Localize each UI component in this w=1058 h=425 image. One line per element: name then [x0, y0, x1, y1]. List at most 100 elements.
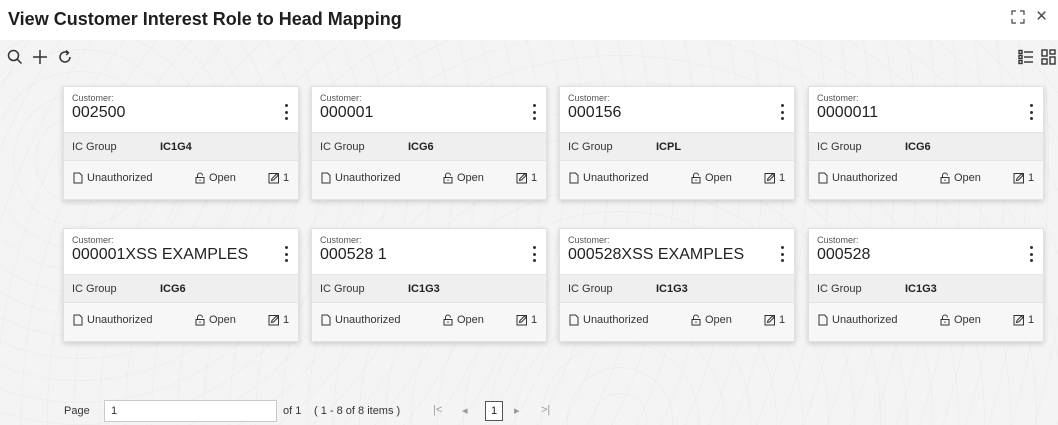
- customer-card[interactable]: Customer: 000528 IC Group IC1G3 Unauthor…: [808, 228, 1044, 342]
- customer-card[interactable]: Customer: 000156 IC Group ICPL Unauthori…: [559, 86, 795, 200]
- card-header: Customer: 000156: [560, 87, 794, 132]
- lock-status: Open: [194, 314, 236, 326]
- close-icon[interactable]: ×: [1036, 6, 1047, 28]
- current-page-button[interactable]: 1: [485, 401, 503, 421]
- customer-label: Customer:: [72, 235, 114, 245]
- edit-count-text: 1: [779, 172, 786, 184]
- edit-count-text: 1: [779, 314, 786, 326]
- kebab-menu-icon[interactable]: [528, 101, 540, 123]
- unlock-icon: [940, 314, 950, 326]
- card-footer: Unauthorized Open 1: [312, 161, 546, 199]
- card-header: Customer: 0000011: [809, 87, 1043, 132]
- lock-text: Open: [954, 314, 981, 326]
- ic-group-value: ICG6: [905, 141, 931, 153]
- refresh-icon[interactable]: [56, 48, 76, 70]
- kebab-menu-icon[interactable]: [528, 243, 540, 265]
- lock-status: Open: [939, 314, 981, 326]
- status-badge: Unauthorized: [72, 314, 152, 326]
- next-page-button[interactable]: ▸: [514, 404, 520, 417]
- pagination-bar: Page of 1 ( 1 - 8 of 8 items ) |< ◂ 1 ▸ …: [0, 400, 1058, 424]
- kebab-menu-icon[interactable]: [776, 101, 788, 123]
- card-header: Customer: 000528XSS EXAMPLES: [560, 229, 794, 274]
- customer-card[interactable]: Customer: 000001XSS EXAMPLES IC Group IC…: [63, 228, 299, 342]
- page-total-label: of 1: [283, 405, 302, 417]
- card-group-row: IC Group ICPL: [560, 132, 794, 161]
- page-label: Page: [64, 405, 90, 417]
- document-icon: [569, 172, 579, 184]
- edit-icon: [1013, 315, 1024, 326]
- customer-card[interactable]: Customer: 000528XSS EXAMPLES IC Group IC…: [559, 228, 795, 342]
- first-page-button[interactable]: |<: [433, 404, 442, 416]
- customer-id: 000528 1: [320, 246, 387, 263]
- document-icon: [321, 314, 331, 326]
- card-footer: Unauthorized Open 1: [809, 161, 1043, 199]
- card-footer: Unauthorized Open 1: [64, 303, 298, 341]
- ic-group-value: ICG6: [408, 141, 434, 153]
- items-summary: ( 1 - 8 of 8 items ): [314, 405, 401, 417]
- customer-card[interactable]: Customer: 000528 1 IC Group IC1G3 Unauth…: [311, 228, 547, 342]
- prev-page-button[interactable]: ◂: [462, 404, 468, 417]
- edit-count-text: 1: [531, 314, 538, 326]
- edit-count: 1: [516, 314, 537, 326]
- customer-label: Customer:: [320, 235, 362, 245]
- status-text: Unauthorized: [335, 172, 401, 184]
- document-icon: [818, 314, 828, 326]
- status-text: Unauthorized: [87, 314, 153, 326]
- ic-group-label: IC Group: [320, 141, 365, 153]
- list-view-icon[interactable]: [1017, 48, 1037, 70]
- lock-status: Open: [690, 314, 732, 326]
- customer-label: Customer:: [72, 93, 114, 103]
- customer-label: Customer:: [817, 235, 859, 245]
- kebab-menu-icon[interactable]: [280, 243, 292, 265]
- search-icon[interactable]: [6, 48, 26, 70]
- edit-count: 1: [268, 172, 289, 184]
- kebab-menu-icon[interactable]: [776, 243, 788, 265]
- unlock-icon: [443, 314, 453, 326]
- ic-group-label: IC Group: [568, 141, 613, 153]
- customer-id: 000156: [568, 104, 622, 121]
- customer-label: Customer:: [568, 93, 610, 103]
- card-group-row: IC Group IC1G3: [560, 274, 794, 303]
- ic-group-value: IC1G3: [656, 283, 688, 295]
- lock-status: Open: [939, 172, 981, 184]
- unlock-icon: [940, 172, 950, 184]
- customer-label: Customer:: [817, 93, 859, 103]
- edit-count-text: 1: [283, 172, 290, 184]
- lock-status: Open: [194, 172, 236, 184]
- lock-text: Open: [209, 314, 236, 326]
- kebab-menu-icon[interactable]: [1025, 101, 1037, 123]
- kebab-menu-icon[interactable]: [280, 101, 292, 123]
- kebab-menu-icon[interactable]: [1025, 243, 1037, 265]
- add-icon[interactable]: [31, 48, 51, 70]
- document-icon: [569, 314, 579, 326]
- ic-group-value: ICPL: [656, 141, 682, 153]
- edit-icon: [516, 173, 527, 184]
- lock-text: Open: [705, 172, 732, 184]
- unlock-icon: [691, 172, 701, 184]
- grid-view-icon[interactable]: [1040, 48, 1058, 70]
- customer-card[interactable]: Customer: 0000011 IC Group ICG6 Unauthor…: [808, 86, 1044, 200]
- ic-group-value: IC1G3: [408, 283, 440, 295]
- last-page-button[interactable]: >|: [541, 404, 550, 416]
- status-text: Unauthorized: [87, 172, 153, 184]
- status-badge: Unauthorized: [568, 314, 648, 326]
- customer-label: Customer:: [320, 93, 362, 103]
- status-text: Unauthorized: [832, 314, 898, 326]
- status-text: Unauthorized: [583, 314, 649, 326]
- edit-icon: [764, 315, 775, 326]
- card-footer: Unauthorized Open 1: [312, 303, 546, 341]
- customer-card[interactable]: Customer: 000001 IC Group ICG6 Unauthori…: [311, 86, 547, 200]
- restore-icon[interactable]: [1011, 10, 1025, 29]
- ic-group-label: IC Group: [817, 141, 862, 153]
- customer-id: 000001XSS EXAMPLES: [72, 246, 249, 263]
- page-number-input[interactable]: [104, 400, 277, 422]
- ic-group-value: IC1G4: [160, 141, 192, 153]
- card-header: Customer: 000001XSS EXAMPLES: [64, 229, 298, 274]
- edit-icon: [268, 173, 279, 184]
- edit-icon: [1013, 173, 1024, 184]
- card-header: Customer: 000528: [809, 229, 1043, 274]
- customer-card[interactable]: Customer: 002500 IC Group IC1G4 Unauthor…: [63, 86, 299, 200]
- document-icon: [73, 314, 83, 326]
- edit-count-text: 1: [1028, 172, 1035, 184]
- edit-count-text: 1: [1028, 314, 1035, 326]
